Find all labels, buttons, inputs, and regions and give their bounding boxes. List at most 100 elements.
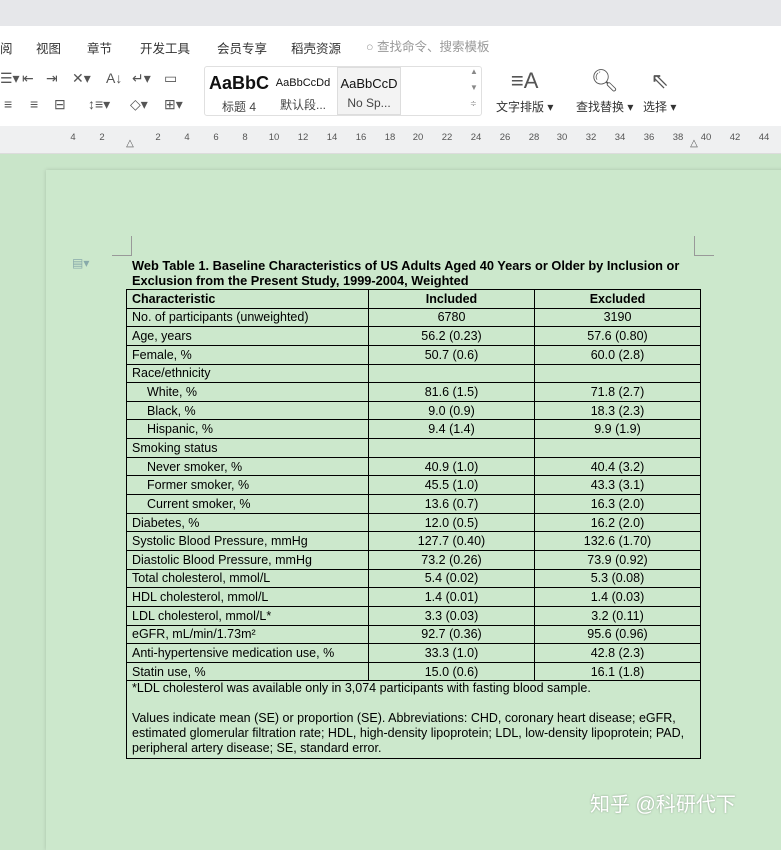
- row-label: Age, years: [126, 326, 369, 346]
- indent-marker[interactable]: △: [126, 138, 134, 149]
- table-row: Age, years 56.2 (0.23) 57.6 (0.80): [126, 326, 701, 346]
- table-notes: *LDL cholesterol was available only in 3…: [126, 680, 701, 760]
- menu-review[interactable]: 阅: [0, 38, 13, 57]
- row-label: Total cholesterol, mmol/L: [126, 568, 369, 589]
- excluded-value: 57.6 (0.80): [534, 326, 701, 346]
- justify-icon[interactable]: ≡: [30, 96, 38, 112]
- menu-section[interactable]: 章节: [87, 38, 112, 57]
- table-row: Smoking status: [126, 438, 701, 458]
- excluded-value: 16.3 (2.0): [534, 494, 701, 514]
- table-row: Black, % 9.0 (0.9) 18.3 (2.3): [126, 400, 701, 421]
- included-value: 1.4 (0.01): [368, 587, 535, 607]
- margin-corner: [694, 236, 714, 256]
- included-value: 3.3 (0.03): [368, 605, 535, 626]
- excluded-value: 5.3 (0.08): [534, 568, 701, 589]
- document-icon[interactable]: ▤▾: [72, 256, 89, 270]
- select-button[interactable]: ⇖ 选择 ▾: [643, 68, 676, 115]
- search-icon: ○: [366, 40, 374, 54]
- ruler-tick: 4: [184, 132, 190, 143]
- table-row: Race/ethnicity: [126, 363, 701, 384]
- ruler-tick: 40: [700, 132, 712, 143]
- outdent-icon[interactable]: ⇤: [22, 70, 34, 87]
- watermark: 知乎 @科研代下: [590, 794, 736, 816]
- ruler-tick: 42: [729, 132, 741, 143]
- table-row: Statin use, % 15.0 (0.6) 16.1 (1.8): [126, 661, 701, 682]
- ruler-tick: 16: [355, 132, 367, 143]
- table-row: White, % 81.6 (1.5) 71.8 (2.7): [126, 382, 701, 402]
- excluded-value: 3.2 (0.11): [534, 605, 701, 626]
- excluded-value: 43.3 (3.1): [534, 475, 701, 496]
- note-ldl: *LDL cholesterol was available only in 3…: [132, 681, 591, 696]
- borders-icon[interactable]: ⊞▾: [164, 96, 183, 113]
- horizontal-ruler[interactable]: 4 2 2 4 6 8 10 12 14 16 18 20 22 24 26 28 30 32 34 36 38 40 42…: [0, 126, 781, 154]
- excluded-value: 132.6 (1.70): [534, 531, 701, 551]
- row-label: Current smoker, %: [126, 494, 369, 514]
- row-label: Systolic Blood Pressure, mmHg: [126, 531, 369, 551]
- ruler-tick: 38: [672, 132, 684, 143]
- expand-icon[interactable]: ≑: [470, 99, 477, 108]
- ruler-tick: 8: [242, 132, 248, 143]
- line-spacing-icon[interactable]: ↕≡▾: [88, 96, 110, 113]
- style-default-paragraph[interactable]: AaBbCcDd 默认段...: [271, 67, 335, 115]
- ruler-tick: 30: [556, 132, 568, 143]
- paragraph-mark-icon[interactable]: ↵▾: [132, 70, 151, 87]
- table-row: LDL cholesterol, mmol/L* 3.3 (0.03) 3.2 (0…: [126, 605, 701, 626]
- find-replace-button[interactable]: 🔍︎ 查找替换 ▾: [576, 68, 633, 115]
- sort-icon[interactable]: A↓: [106, 70, 122, 86]
- ruler-tick: 6: [213, 132, 219, 143]
- search-placeholder: 查找命令、搜索模板: [377, 40, 490, 54]
- included-value: 33.3 (1.0): [368, 643, 535, 663]
- indent-marker[interactable]: △: [690, 138, 698, 149]
- included-value: 40.9 (1.0): [368, 456, 535, 477]
- table-row: Never smoker, % 40.9 (1.0) 40.4 (3.2): [126, 456, 701, 477]
- menu-member[interactable]: 会员专享: [217, 38, 267, 57]
- menu-docer[interactable]: 稻壳资源: [291, 38, 341, 57]
- text-layout-button[interactable]: ≡A 文字排版 ▾: [496, 68, 553, 115]
- scroll-up-icon[interactable]: ▲: [470, 67, 478, 76]
- ruler-tick: 20: [412, 132, 424, 143]
- margin-corner: [112, 236, 132, 256]
- row-label: Smoking status: [126, 438, 369, 458]
- ruler-tick: 18: [384, 132, 396, 143]
- row-label: No. of participants (unweighted): [126, 307, 369, 328]
- align-right-icon[interactable]: ≡: [4, 96, 12, 112]
- row-label: Never smoker, %: [126, 456, 369, 477]
- table-row: Female, % 50.7 (0.6) 60.0 (2.8): [126, 344, 701, 365]
- included-value: 45.5 (1.0): [368, 475, 535, 496]
- shading-icon[interactable]: ◇▾: [130, 96, 148, 113]
- scroll-down-icon[interactable]: ▼: [470, 83, 478, 92]
- ribbon: 阅 视图 章节 开发工具 会员专享 稻壳资源 ○ 查找命令、搜索模板 ☰▾ ⇤ …: [0, 26, 781, 126]
- cursor-icon: ⇖: [650, 68, 669, 93]
- included-value: 127.7 (0.40): [368, 531, 535, 551]
- row-label: Diabetes, %: [126, 512, 369, 533]
- menu-view[interactable]: 视图: [36, 38, 61, 57]
- table-row: eGFR, mL/min/1.73m² 92.7 (0.36) 95.6 (0.96…: [126, 624, 701, 645]
- ruler-tick: 10: [268, 132, 280, 143]
- characteristics-table: Characteristic Included Excluded No. of …: [126, 289, 701, 760]
- header-characteristic: Characteristic: [126, 289, 369, 309]
- style-no-spacing[interactable]: AaBbCcD No Sp...: [337, 67, 401, 115]
- table-title: Web Table 1. Baseline Characteristics of…: [132, 258, 680, 288]
- included-value: 50.7 (0.6): [368, 344, 535, 365]
- table-row: No. of participants (unweighted) 6780 3190: [126, 307, 701, 328]
- chinese-layout-icon[interactable]: ✕▾: [72, 70, 91, 87]
- row-label: Race/ethnicity: [126, 363, 369, 384]
- text-layout-icon: ≡A: [510, 68, 539, 93]
- ruler-tick: 2: [155, 132, 161, 143]
- table-row: Diastolic Blood Pressure, mmHg 73.2 (0.26…: [126, 549, 701, 570]
- style-heading4[interactable]: AaBbC 标题 4: [207, 67, 271, 115]
- included-value: 13.6 (0.7): [368, 494, 535, 514]
- header-excluded: Excluded: [534, 289, 701, 309]
- included-value: 81.6 (1.5): [368, 382, 535, 402]
- command-search[interactable]: ○ 查找命令、搜索模板: [366, 36, 490, 55]
- ruler-tick: 4: [70, 132, 76, 143]
- list-icon[interactable]: ☰▾: [0, 70, 20, 87]
- included-value: 6780: [368, 307, 535, 328]
- menu-dev-tools[interactable]: 开发工具: [140, 38, 190, 57]
- indent-icon[interactable]: ⇥: [46, 70, 58, 87]
- included-value: 5.4 (0.02): [368, 568, 535, 589]
- excluded-value: 60.0 (2.8): [534, 344, 701, 365]
- table-draw-icon[interactable]: ▭: [164, 70, 177, 87]
- distribute-icon[interactable]: ⊟: [54, 96, 66, 113]
- table-row: Hispanic, % 9.4 (1.4) 9.9 (1.9): [126, 419, 701, 440]
